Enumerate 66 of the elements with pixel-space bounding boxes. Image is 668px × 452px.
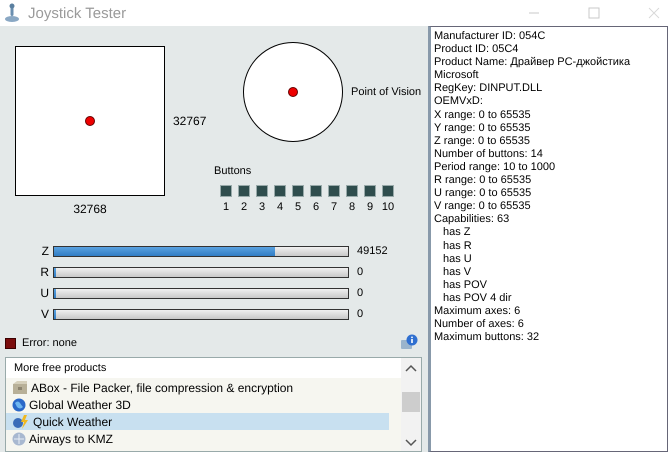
button-number: 1 xyxy=(222,201,230,213)
info-line: Maximum buttons: 32 xyxy=(434,331,540,344)
info-line: has V xyxy=(442,266,472,279)
info-line: Product Name: Драйвер PC-джойстика xyxy=(434,56,632,70)
info-line: V range: 0 to 65535 xyxy=(434,200,532,214)
info-line: has POV 4 dir xyxy=(442,292,512,305)
error-indicator-icon xyxy=(5,338,16,348)
axis-label: Z xyxy=(40,244,50,258)
y-axis-reading: 32767 xyxy=(173,114,206,128)
info-line: Maximum axes: 6 xyxy=(434,304,522,318)
info-line: Capabilities: 63 xyxy=(434,213,510,226)
weather-icon xyxy=(12,414,30,430)
window-title: Joystick Tester xyxy=(28,4,126,22)
info-line: Microsoft xyxy=(434,69,480,82)
button-number: 8 xyxy=(348,201,356,213)
info-line: Y range: 0 to 65535 xyxy=(434,122,532,135)
axis-reading: 0 xyxy=(357,287,364,299)
info-line: Number of axes: 6 xyxy=(434,318,525,332)
button-number: 5 xyxy=(294,201,302,213)
point-of-vision-label: Point of Vision xyxy=(351,86,422,98)
joystick-icon xyxy=(4,3,20,23)
info-line: has POV xyxy=(442,278,488,292)
list-header: More free products xyxy=(6,358,401,378)
scrollbar[interactable] xyxy=(401,358,421,451)
axis-reading: 0 xyxy=(357,308,364,320)
button-number: 9 xyxy=(366,201,374,213)
scrollbar-thumb[interactable] xyxy=(402,392,420,412)
info-line: RegKey: DINPUT.DLL xyxy=(434,82,544,96)
info-line: Product ID: 05C4 xyxy=(434,43,520,56)
buttons-label: Buttons xyxy=(214,165,252,177)
info-line: Manufacturer ID: 054C xyxy=(434,30,546,44)
box-icon xyxy=(12,380,28,394)
product-item[interactable]: ABox - File Packer, file compression & encryption xyxy=(6,379,389,396)
info-line: Z range: 0 to 65535 xyxy=(434,134,532,148)
axis-reading: 49152 xyxy=(357,245,388,257)
product-item[interactable]: Global Weather 3D xyxy=(6,396,389,413)
info-line: U range: 0 to 65535 xyxy=(434,187,532,200)
scroll-up-icon[interactable] xyxy=(405,364,417,372)
info-line: R range: 0 to 65535 xyxy=(434,174,532,188)
axis-reading: 0 xyxy=(357,266,364,278)
button-number: 2 xyxy=(240,201,248,213)
button-number: 6 xyxy=(312,201,320,213)
close-icon[interactable] xyxy=(648,7,660,19)
info-line: has U xyxy=(442,252,473,266)
button-number: 4 xyxy=(276,201,284,213)
maximize-icon[interactable] xyxy=(588,7,600,19)
info-icon[interactable] xyxy=(400,334,418,352)
info-line: Period range: 10 to 1000 xyxy=(434,160,556,174)
axis-label: R xyxy=(39,265,50,279)
info-line: OEMVxD: xyxy=(434,95,484,109)
info-line: Number of buttons: 14 xyxy=(434,148,544,161)
product-item[interactable]: Quick Weather xyxy=(6,413,389,430)
axis-label: U xyxy=(39,286,50,300)
globe-icon xyxy=(12,398,26,412)
globe-icon xyxy=(12,432,26,446)
button-number: 10 xyxy=(382,201,394,213)
x-axis-reading: 32768 xyxy=(72,202,108,216)
status-text: Error: none xyxy=(22,337,78,349)
button-number: 7 xyxy=(330,201,338,213)
button-number: 3 xyxy=(258,201,266,213)
product-item[interactable]: Airways to KMZ xyxy=(6,430,389,447)
info-line: has Z xyxy=(442,226,472,240)
info-line: X range: 0 to 65535 xyxy=(434,108,532,122)
info-line: has R xyxy=(442,240,473,253)
scroll-down-icon[interactable] xyxy=(405,439,417,447)
axis-label: V xyxy=(40,307,50,321)
